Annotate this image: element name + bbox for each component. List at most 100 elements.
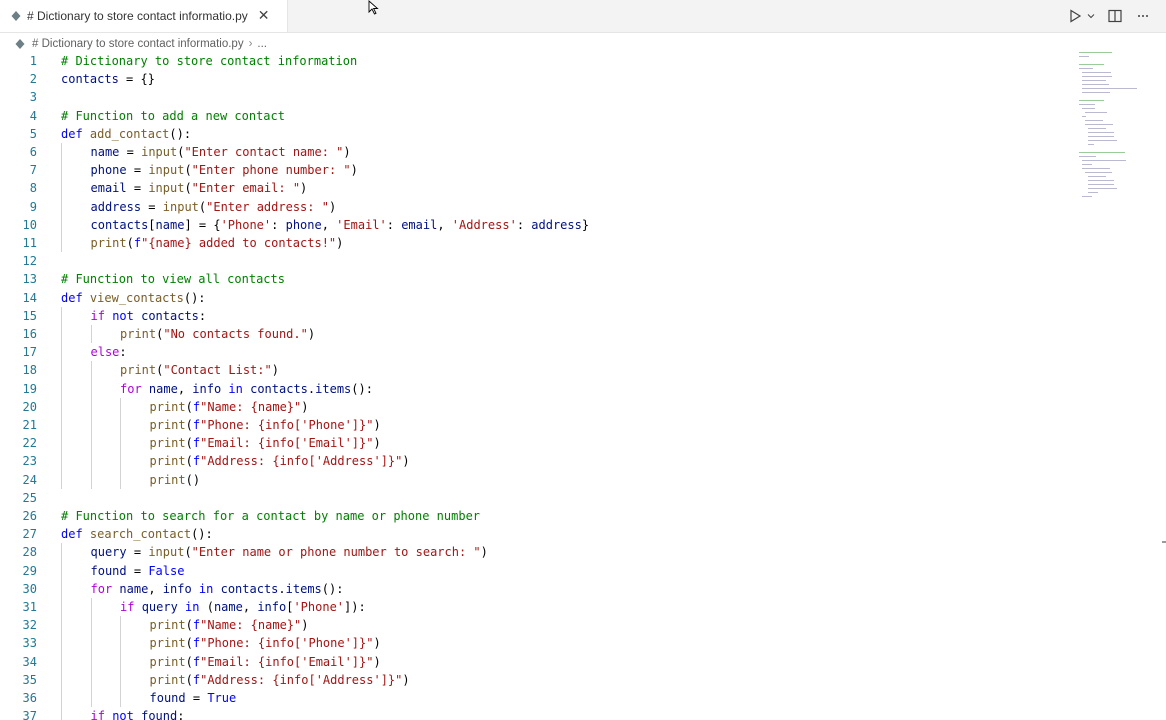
- line-number: 27: [22, 527, 37, 542]
- code-line[interactable]: 18 print("Contact List:"): [0, 361, 1070, 380]
- minimap-line: [1079, 152, 1126, 154]
- code-line[interactable]: 12: [0, 252, 1070, 270]
- code-line[interactable]: 15 if not contacts:: [0, 306, 1070, 325]
- split-editor-icon[interactable]: [1106, 7, 1124, 25]
- code-line[interactable]: 30 for name, info in contacts.items():: [0, 579, 1070, 598]
- line-number: 17: [22, 345, 37, 360]
- code-text: for name, info in contacts.items():: [90, 581, 344, 596]
- code-line[interactable]: 37 if not found:: [0, 707, 1070, 720]
- code-text: print(f"Email: {info['Email']}"): [149, 436, 381, 451]
- indent-guide: [61, 598, 62, 617]
- code-text: contacts[name] = {'Phone': phone, 'Email…: [90, 217, 590, 232]
- code-line[interactable]: 21 print(f"Phone: {info['Phone']}"): [0, 416, 1070, 435]
- indent-guide: [120, 670, 121, 689]
- minimap-line: [1088, 128, 1106, 130]
- line-number: 31: [22, 600, 37, 614]
- code-line[interactable]: 1 # Dictionary to store contact informati…: [0, 52, 1070, 70]
- line-number: 13: [22, 272, 37, 287]
- line-number: 37: [22, 709, 37, 720]
- code-line[interactable]: 24 print(): [0, 470, 1070, 489]
- code-line[interactable]: 35 print(f"Address: {info['Address']}"): [0, 670, 1070, 689]
- code-editor[interactable]: 1 # Dictionary to store contact informati…: [0, 52, 1070, 720]
- minimap-line: [1082, 196, 1093, 198]
- breadcrumb-more[interactable]: ...: [257, 38, 267, 50]
- indent-guide: [61, 579, 62, 598]
- line-number: 36: [22, 691, 37, 705]
- code-line[interactable]: 8 email = input("Enter email: "): [0, 179, 1070, 198]
- code-text: if query in (name, info['Phone']):: [120, 600, 366, 614]
- indent-guide: [61, 470, 62, 489]
- line-number: 12: [22, 254, 37, 269]
- chevron-down-icon[interactable]: [1086, 7, 1096, 25]
- minimap-line: [1082, 164, 1093, 166]
- code-line[interactable]: 9 address = input("Enter address: "): [0, 197, 1070, 216]
- code-line[interactable]: 22 print(f"Email: {info['Email']}"): [0, 434, 1070, 453]
- tab-title: # Dictionary to store contact informatio…: [27, 9, 248, 23]
- indent-guide: [61, 561, 62, 580]
- line-number: 35: [22, 672, 37, 687]
- code-line[interactable]: 29 found = False: [0, 561, 1070, 580]
- code-text: def search_contact():: [61, 527, 213, 542]
- minimap[interactable]: [1075, 52, 1147, 212]
- code-line[interactable]: 19 for name, info in contacts.items():: [0, 379, 1070, 398]
- code-line[interactable]: 13 # Function to view all contacts: [0, 270, 1070, 288]
- code-line[interactable]: 2 contacts = {}: [0, 70, 1070, 88]
- code-text: name = input("Enter contact name: "): [90, 145, 351, 159]
- indent-guide: [90, 416, 92, 435]
- code-text: else:: [90, 345, 127, 360]
- code-line[interactable]: 4 # Function to add a new contact: [0, 107, 1070, 125]
- line-number: 11: [22, 236, 37, 250]
- line-number: 7: [29, 163, 37, 178]
- minimap-line: [1085, 112, 1107, 114]
- code-line[interactable]: 3: [0, 88, 1070, 106]
- line-number: 6: [29, 145, 37, 159]
- code-line[interactable]: 6 name = input("Enter contact name: "): [0, 143, 1070, 162]
- minimap-line: [1079, 64, 1104, 66]
- code-line[interactable]: 32 print(f"Name: {name}"): [0, 616, 1070, 635]
- line-number: 18: [22, 363, 37, 378]
- code-text: query = input("Enter name or phone numbe…: [90, 545, 488, 560]
- close-icon[interactable]: ✕: [258, 9, 270, 23]
- minimap-line: [1082, 108, 1095, 110]
- code-line[interactable]: 31 if query in (name, info['Phone']):: [0, 598, 1070, 617]
- code-line[interactable]: 28 query = input("Enter name or phone num…: [0, 543, 1070, 562]
- indent-guide: [61, 434, 62, 453]
- breadcrumb-file[interactable]: # Dictionary to store contact informatio…: [32, 38, 244, 50]
- code-line[interactable]: 33 print(f"Phone: {info['Phone']}"): [0, 634, 1070, 653]
- code-line[interactable]: 7 phone = input("Enter phone number: "): [0, 161, 1070, 180]
- indent-guide: [120, 434, 121, 453]
- code-line[interactable]: 17 else:: [0, 343, 1070, 362]
- code-text: print(f"Phone: {info['Phone']}"): [149, 418, 381, 432]
- editor-tab-bar: # Dictionary to store contact informatio…: [0, 0, 1166, 33]
- indent-guide: [61, 616, 62, 635]
- line-number: 29: [22, 563, 37, 578]
- minimap-line: [1079, 104, 1095, 106]
- code-line[interactable]: 10 contacts[name] = {'Phone': phone, 'Ema…: [0, 215, 1070, 234]
- code-line[interactable]: 23 print(f"Address: {info['Address']}"): [0, 452, 1070, 471]
- line-number: 5: [29, 126, 37, 141]
- minimap-line: [1082, 92, 1110, 94]
- code-line[interactable]: 11 print(f"{name} added to contacts!"): [0, 234, 1070, 253]
- line-number: 23: [22, 454, 37, 469]
- indent-guide: [90, 434, 92, 453]
- minimap-line: [1082, 160, 1126, 162]
- code-line[interactable]: 25: [0, 489, 1070, 507]
- code-line[interactable]: 26 # Function to search for a contact by …: [0, 507, 1070, 525]
- tab-active-file[interactable]: # Dictionary to store contact informatio…: [0, 0, 288, 32]
- code-line[interactable]: 16 print("No contacts found."): [0, 325, 1070, 344]
- indent-guide: [61, 634, 62, 653]
- indent-guide: [90, 379, 92, 398]
- code-line[interactable]: 34 print(f"Email: {info['Email']}"): [0, 652, 1070, 671]
- indent-guide: [90, 616, 92, 635]
- minimap-line: [1085, 120, 1103, 122]
- code-line[interactable]: 14 def view_contacts():: [0, 289, 1070, 307]
- breadcrumb[interactable]: # Dictionary to store contact informatio…: [14, 35, 267, 53]
- indent-guide: [90, 689, 92, 708]
- play-icon[interactable]: [1066, 7, 1084, 25]
- line-number: 22: [22, 436, 37, 451]
- code-line[interactable]: 36 found = True: [0, 689, 1070, 708]
- code-line[interactable]: 5 def add_contact():: [0, 125, 1070, 143]
- more-actions-icon[interactable]: [1134, 7, 1152, 25]
- code-line[interactable]: 27 def search_contact():: [0, 525, 1070, 543]
- code-line[interactable]: 20 print(f"Name: {name}"): [0, 397, 1070, 416]
